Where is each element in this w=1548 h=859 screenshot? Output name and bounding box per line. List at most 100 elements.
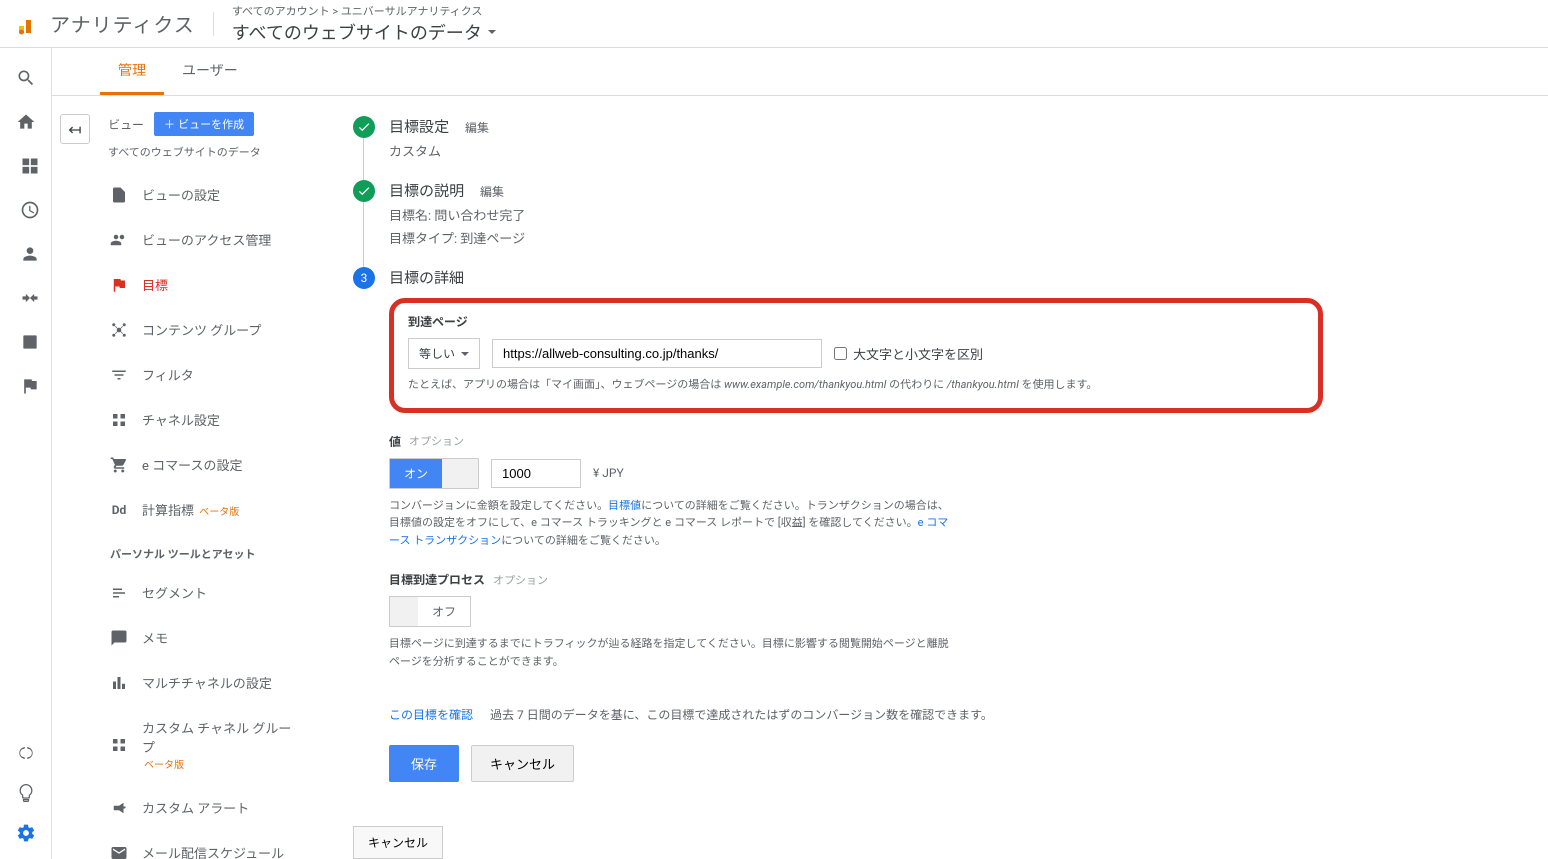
sidebar-item-access[interactable]: ビューのアクセス管理 [98,217,313,262]
sidebar-item-custom-channel[interactable]: カスタム チャネル グループベータ版 [98,705,313,785]
tabs: 管理 ユーザー [52,48,1548,96]
destination-label: 到達ページ [408,313,1304,330]
memo-icon [110,629,128,647]
save-button[interactable]: 保存 [389,745,459,782]
value-currency: ¥ JPY [593,466,624,480]
step2-edit-link[interactable]: 編集 [480,183,504,200]
value-toggle[interactable]: オン [389,458,479,489]
search-icon[interactable] [14,66,38,90]
match-dropdown-value: 等しい [419,345,455,362]
goal-value-link[interactable]: 目標値 [608,499,641,512]
sidebar-item-content-groups[interactable]: コンテンツ グループ [98,307,313,352]
step1-title: 目標設定 [389,116,449,137]
step2-title: 目標の説明 [389,180,464,201]
gear-icon[interactable] [14,821,38,845]
sidebar-item-view-settings[interactable]: ビューの設定 [98,172,313,217]
chevron-right-icon: ▶ [0,247,1,258]
funnel-toggle-off: オフ [418,597,470,626]
sidebar-item-segments[interactable]: セグメント [98,570,313,615]
destination-url-input[interactable] [492,339,822,368]
case-sensitive-input[interactable] [834,347,847,360]
sidebar-item-label: 計算指標 ベータ版 [142,500,239,519]
sidebar-item-label: セグメント [142,583,207,602]
sidebar-item-ecommerce[interactable]: e コマースの設定 [98,442,313,487]
breadcrumb-view: すべてのウェブサイトのデータ [232,19,496,45]
flag-rail-icon[interactable] [18,374,42,398]
channel-icon [110,411,128,429]
header-divider [213,12,214,36]
channel-icon [110,736,128,754]
back-button[interactable]: ↤ [60,114,90,144]
chevron-right-icon: ▶ [0,335,1,346]
create-view-button[interactable]: ＋ ビューを作成 [154,112,254,136]
tab-admin[interactable]: 管理 [100,48,164,95]
segments-icon [110,584,128,602]
attribution-icon[interactable] [14,741,38,765]
value-optional: オプション [409,433,464,449]
match-dropdown[interactable]: 等しい [408,338,480,369]
logo-block[interactable]: アナリティクス [16,9,195,38]
cancel-button[interactable]: キャンセル [471,745,574,782]
filter-icon [110,366,128,384]
sidebar-item-calc-metrics[interactable]: Dd 計算指標 ベータ版 [98,487,313,532]
case-sensitive-label: 大文字と小文字を区別 [853,344,983,363]
sidebar-item-label: フィルタ [142,365,194,384]
cart-icon [110,456,128,474]
destination-hint: たとえば、アプリの場合は「マイ画面」、ウェブページの場合は www.exampl… [408,377,1304,394]
people-icon [110,231,128,249]
megaphone-icon [110,799,128,817]
sidebar-section-label: パーソナル ツールとアセット [98,532,313,570]
sidebar-item-label: e コマースの設定 [142,455,242,474]
main-panel: 目標設定 編集 カスタム 目標の説明 編集 目 [313,96,1363,859]
analytics-logo-icon [16,12,40,36]
view-label: ビュー [108,116,144,133]
sidebar-item-label: メール配信スケジュール [142,843,284,859]
sidebar-item-filters[interactable]: フィルタ [98,352,313,397]
value-hint: コンバージョンに金額を設定してください。目標値についての詳細をご覧ください。トラ… [389,497,959,550]
funnel-hint: 目標ページに到達するまでにトラフィックが辿る経路を指定してください。目標に影響す… [389,635,959,670]
sidebar-item-label: ビューのアクセス管理 [142,230,271,249]
person-icon[interactable] [18,242,42,266]
document-icon [110,186,128,204]
discover-icon[interactable] [14,781,38,805]
step2-sub1: 目標名: 問い合わせ完了 [389,205,1323,224]
sidebar-item-label: メモ [142,628,168,647]
destination-highlight-box: 到達ページ 等しい 大文字と小文字を区別 [389,298,1323,413]
home-icon[interactable] [14,110,38,134]
create-view-label: ビューを作成 [178,119,244,131]
sidebar-item-email-schedule[interactable]: メール配信スケジュール [98,830,313,859]
clock-icon[interactable] [18,198,42,222]
value-label: 値 [389,433,401,450]
dashboard-icon[interactable] [18,154,42,178]
case-sensitive-checkbox[interactable]: 大文字と小文字を区別 [834,344,983,363]
value-amount-input[interactable] [491,459,581,488]
chart-icon [110,674,128,692]
sidebar-item-channel[interactable]: チャネル設定 [98,397,313,442]
step-badge-current: 3 [353,267,375,289]
outer-cancel-button[interactable]: キャンセル [353,826,443,859]
arrow-split-icon[interactable] [18,286,42,310]
funnel-toggle[interactable]: オフ [389,596,471,627]
verify-goal-link[interactable]: この目標を確認 [389,708,473,722]
sidebar-item-label: マルチチャネルの設定 [142,673,272,692]
sidebar-item-goals[interactable]: 目標 [98,262,313,307]
chevron-right-icon: ▶ [0,291,1,302]
breadcrumb[interactable]: すべてのアカウント > ユニバーサルアナリティクス すべてのウェブサイトのデータ [232,3,496,45]
sidebar-item-multichannel[interactable]: マルチチャネルの設定 [98,660,313,705]
step3-title: 目標の詳細 [389,267,464,288]
breadcrumb-path: すべてのアカウント > ユニバーサルアナリティクス [232,3,496,19]
sidebar-item-label: チャネル設定 [142,410,220,429]
step1-edit-link[interactable]: 編集 [465,119,489,136]
view-selector[interactable]: すべてのウェブサイトのデータ [98,144,313,172]
step1-sub: カスタム [389,141,1323,160]
icon-rail: ▶ ▶ ▶ ▶ ▶ ▶ [0,48,52,859]
step-badge-done-icon [353,180,375,202]
step-badge-done-icon [353,116,375,138]
tab-user[interactable]: ユーザー [164,48,256,95]
page-icon[interactable] [18,330,42,354]
sidebar-item-custom-alerts[interactable]: カスタム アラート [98,785,313,830]
verify-desc: 過去 7 日間のデータを基に、この目標で達成されたはずのコンバージョン数を確認で… [490,708,993,722]
value-toggle-off-half [442,459,478,488]
sidebar-item-memo[interactable]: メモ [98,615,313,660]
hub-icon [110,321,128,339]
